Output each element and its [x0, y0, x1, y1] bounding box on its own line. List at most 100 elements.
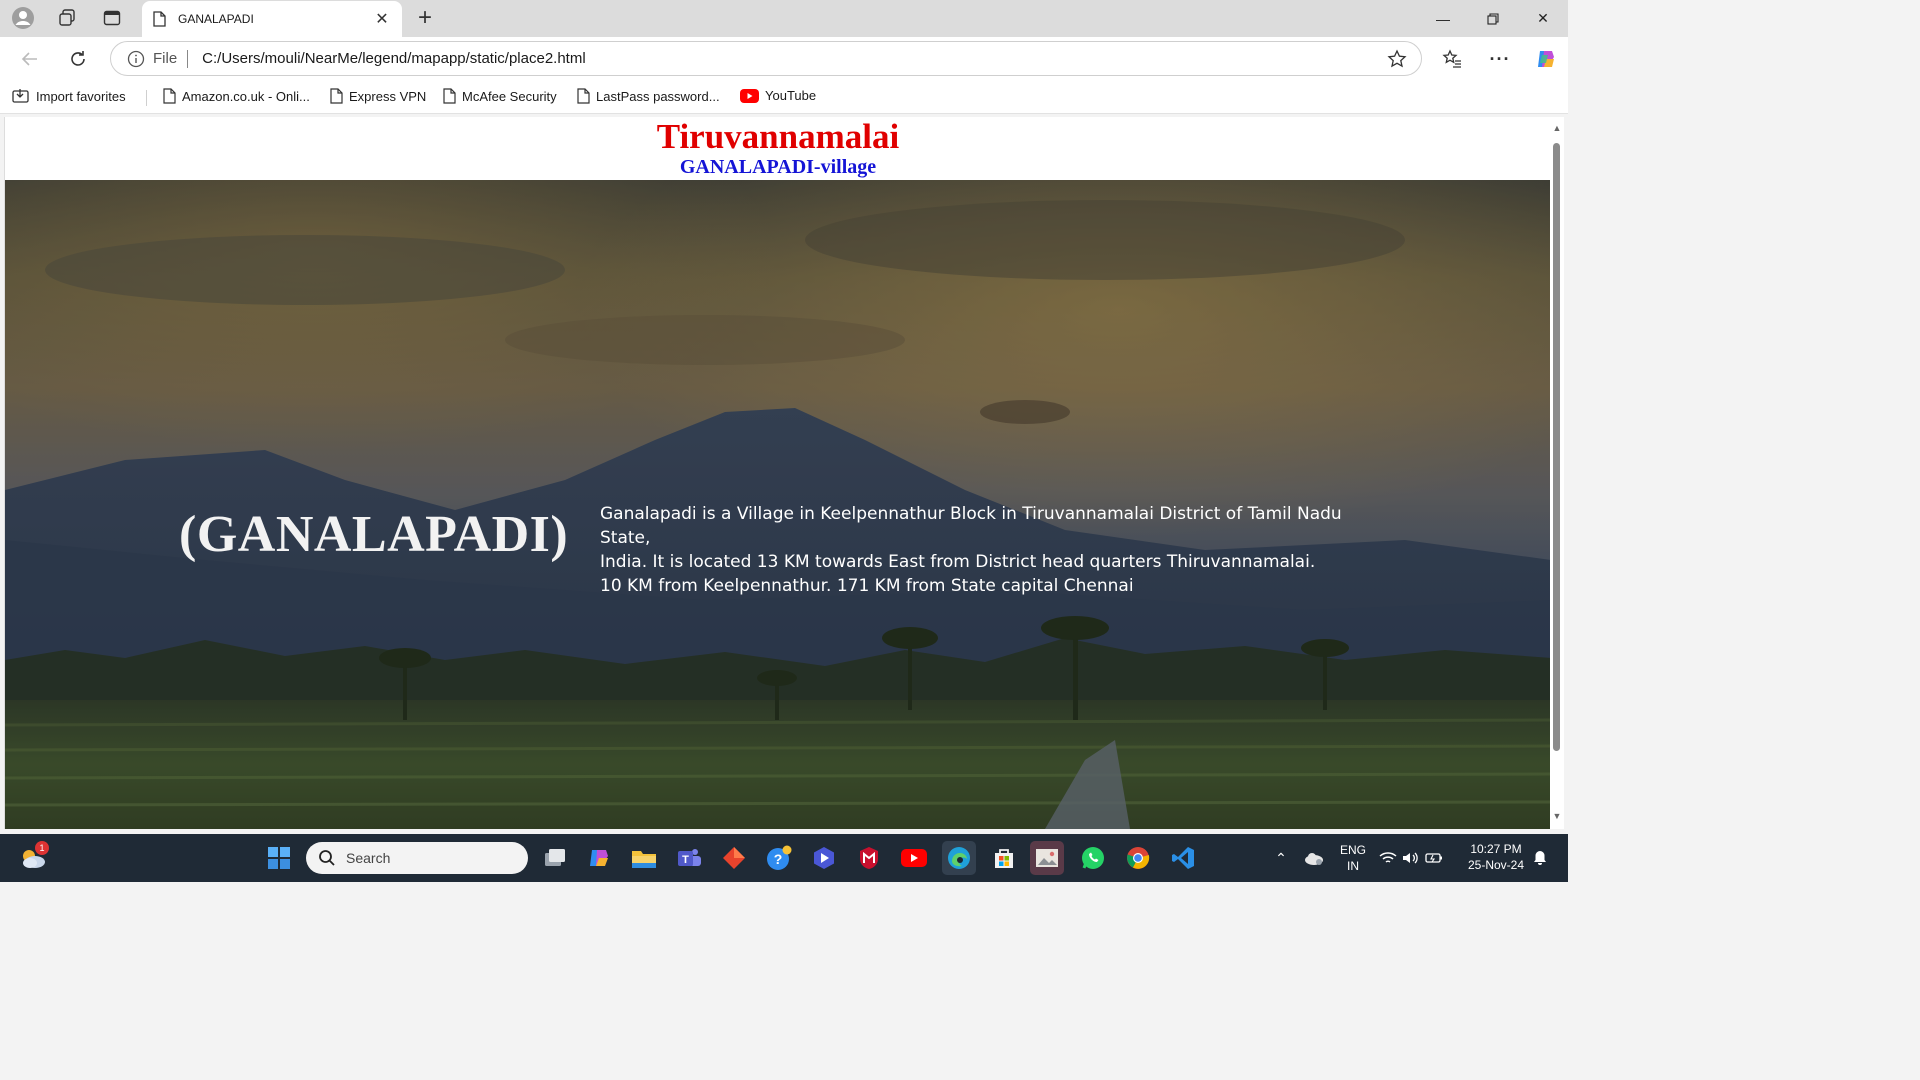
start-button[interactable] [262, 841, 296, 875]
youtube-app[interactable] [897, 841, 931, 875]
favorite-label: YouTube [765, 88, 817, 103]
favorite-amazon[interactable]: Amazon.co.uk - Onli... [162, 88, 310, 104]
weather-notification-badge: 1 [35, 841, 49, 855]
description-line: 10 KM from Keelpennathur. 171 KM from St… [600, 576, 1134, 596]
hero-heading: (GANALAPADI) [179, 506, 569, 563]
teams-app[interactable]: T [672, 841, 706, 875]
scroll-up-arrow-icon[interactable]: ▲ [1552, 123, 1562, 133]
favorite-label: Amazon.co.uk - Onli... [182, 88, 310, 104]
tab-close-icon[interactable]: ✕ [372, 9, 392, 29]
restore-button[interactable] [1468, 0, 1518, 37]
url-scheme-label: File [153, 50, 178, 67]
store-icon [995, 849, 1013, 868]
onedrive-tray[interactable] [1297, 841, 1331, 875]
vscode-icon [1172, 847, 1194, 869]
copilot-icon [590, 850, 608, 866]
tab-actions-icon [103, 10, 121, 26]
favorite-youtube[interactable]: YouTube [740, 88, 816, 103]
page-scrollbar[interactable]: ▲ ▼ [1550, 117, 1564, 829]
workspaces-icon [59, 9, 75, 26]
search-icon [319, 850, 335, 866]
profile-icon [12, 7, 34, 29]
date-text: 25-Nov-24 [1467, 858, 1525, 872]
youtube-icon [740, 88, 759, 103]
media-app[interactable] [807, 841, 841, 875]
back-button[interactable] [14, 43, 46, 75]
file-explorer-app[interactable] [627, 841, 661, 875]
favorites-divider [146, 90, 147, 106]
whatsapp-icon [1082, 847, 1104, 869]
description-line: India. It is located 13 KM towards East … [600, 552, 1316, 572]
back-arrow-icon [21, 52, 37, 66]
navigation-bar: File C:/Users/mouli/NearMe/legend/mapapp… [0, 37, 1568, 80]
quick-settings-button[interactable] [1375, 841, 1447, 875]
info-icon[interactable] [127, 50, 145, 68]
chrome-app[interactable] [1121, 841, 1155, 875]
youtube-icon [901, 849, 927, 867]
close-icon: ✕ [1537, 10, 1549, 26]
page-title: Tiruvannamalai [656, 117, 900, 156]
favorite-label: LastPass password... [596, 88, 720, 104]
copilot-app[interactable] [582, 841, 616, 875]
bell-icon [1534, 851, 1546, 865]
chevron-up-icon: ⌃ [1275, 849, 1287, 866]
restore-icon [1487, 12, 1499, 25]
page-icon [443, 88, 456, 104]
favorite-lastpass[interactable]: LastPass password... [576, 88, 720, 104]
volume-icon [1403, 852, 1418, 864]
page-viewport: Tiruvannamalai GANALAPADI-village (GANAL… [4, 117, 1550, 829]
plus-icon: + [417, 4, 432, 31]
windows-logo-icon [268, 847, 290, 869]
clock[interactable]: 10:27 PM 25-Nov-24 [1458, 841, 1534, 873]
settings-more-button[interactable]: ··· [1484, 43, 1516, 75]
picture-icon [1036, 849, 1058, 867]
mcafee-app[interactable] [852, 841, 886, 875]
vscode-app[interactable] [1166, 841, 1200, 875]
favorite-label: McAfee Security [462, 88, 557, 104]
hero-section: (GANALAPADI) Ganalapadi is a Village in … [5, 180, 1550, 829]
minimize-button[interactable]: — [1418, 0, 1468, 37]
copilot-icon [1538, 51, 1554, 67]
search-placeholder: Search [346, 850, 391, 866]
scroll-thumb[interactable] [1553, 143, 1560, 751]
tab-active[interactable]: GANALAPADI ✕ [142, 1, 402, 37]
url-text[interactable]: C:/Users/mouli/NearMe/legend/mapapp/stat… [202, 50, 586, 67]
app-red-diamond[interactable] [717, 841, 751, 875]
scroll-down-arrow-icon[interactable]: ▼ [1552, 811, 1562, 821]
edge-app[interactable] [942, 841, 976, 875]
language-indicator[interactable]: ENG IN [1336, 842, 1370, 874]
vertical-tabs-button[interactable] [97, 4, 127, 32]
svg-text:?: ? [774, 851, 783, 867]
address-bar[interactable]: File C:/Users/mouli/NearMe/legend/mapapp… [110, 41, 1422, 76]
favorite-mcafee[interactable]: McAfee Security [442, 88, 557, 104]
whatsapp-app[interactable] [1076, 841, 1110, 875]
workspaces-button[interactable] [52, 4, 82, 32]
wifi-icon [1379, 852, 1397, 863]
copilot-button[interactable] [1530, 43, 1562, 75]
svg-text:T: T [682, 854, 689, 866]
favorite-label: Import favorites [36, 88, 126, 104]
get-help-app[interactable]: ? [762, 841, 796, 875]
refresh-button[interactable] [62, 43, 94, 75]
more-icon: ··· [1489, 48, 1511, 69]
edge-icon [948, 847, 970, 869]
notifications-button[interactable] [1528, 841, 1552, 875]
favorite-star-icon[interactable] [1387, 49, 1407, 74]
microsoft-store-app[interactable] [987, 841, 1021, 875]
minimize-icon: — [1436, 10, 1450, 27]
favorite-import[interactable]: Import favorites [12, 88, 126, 104]
page-icon [153, 11, 166, 27]
profile-button[interactable] [8, 4, 38, 32]
close-window-button[interactable]: ✕ [1518, 0, 1568, 37]
favorites-button[interactable] [1436, 43, 1468, 75]
taskbar-search-box[interactable]: Search [306, 842, 528, 874]
page-icon [577, 88, 590, 104]
hero-description: Ganalapadi is a Village in Keelpennathur… [600, 502, 1360, 598]
new-tab-button[interactable]: + [410, 4, 440, 32]
photo-app[interactable] [1030, 841, 1064, 875]
taskbar: Search T ? ⌃ ENG IN 10:27 PM 25-Nov-24 [0, 834, 1568, 882]
refresh-icon [71, 51, 85, 66]
favorite-express-vpn[interactable]: Express VPN [329, 88, 426, 104]
task-view-button[interactable] [538, 841, 572, 875]
show-hidden-icons-button[interactable]: ⌃ [1264, 841, 1298, 875]
